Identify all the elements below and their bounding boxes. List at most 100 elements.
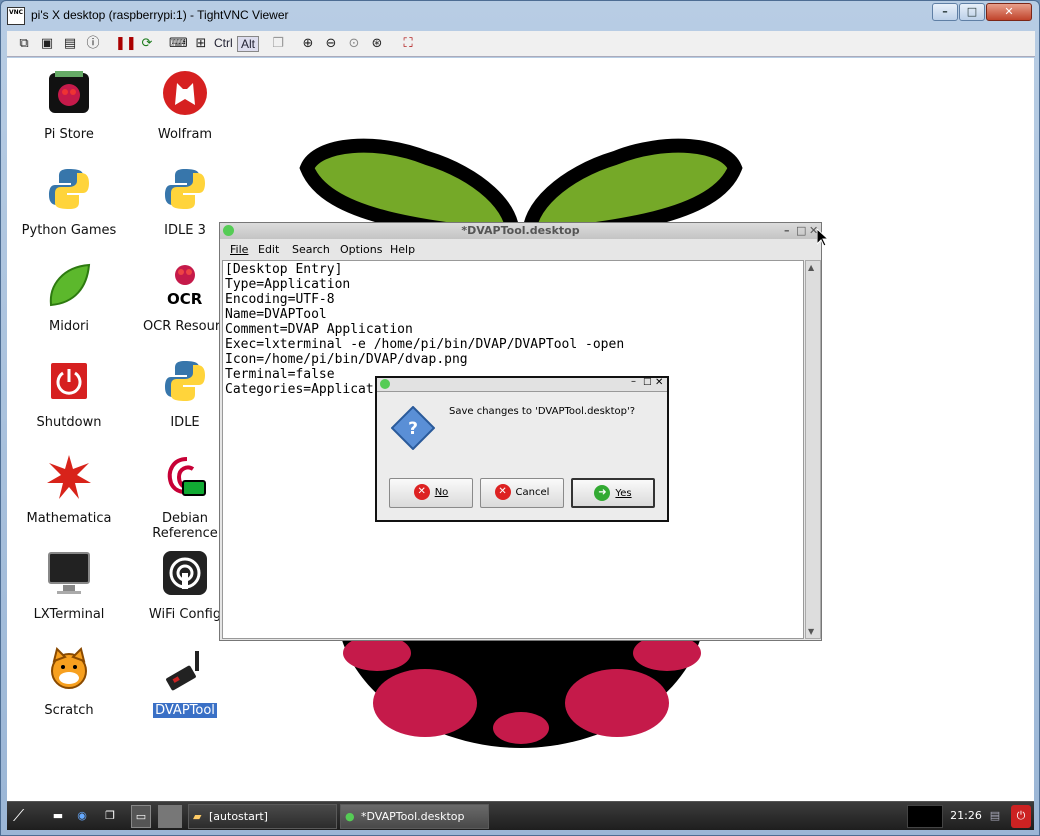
ocr-raspberry-icon: OCR [167, 265, 203, 308]
task-dvaptool-desktop[interactable]: ● *DVAPTool.desktop [340, 804, 489, 829]
ctrl-esc-icon[interactable]: ⊞ [192, 35, 210, 53]
pi-store-icon [49, 71, 89, 113]
screen-lock-icon[interactable]: ▤ [985, 805, 1005, 828]
scroll-up-icon[interactable]: ▲ [808, 263, 814, 272]
task-label: *DVAPTool.desktop [361, 810, 465, 823]
cancel-x-icon: ✕ [494, 484, 511, 500]
zoom-fit-icon[interactable]: ⊛ [368, 35, 386, 53]
desktop-icon-wolfram[interactable]: Wolfram [137, 69, 233, 142]
svg-text:?: ? [408, 419, 418, 439]
lxde-menu-icon[interactable]: ⟋ [13, 805, 43, 828]
clock[interactable]: 21:26 [949, 805, 983, 828]
editor-titlebar[interactable]: *DVAPTool.desktop – □ ✕ [220, 223, 821, 239]
desktop-icon-label: Pi Store [44, 127, 94, 142]
cancel-button-label: Cancel [515, 487, 550, 498]
desktop-icon-label: Wolfram [157, 127, 213, 142]
window-titlebar[interactable]: VNC pi's X desktop (raspberrypi:1) - Tig… [1, 1, 1040, 31]
mathematica-star-icon [47, 455, 91, 499]
window-title: pi's X desktop (raspberrypi:1) - TightVN… [31, 8, 289, 22]
desktop-icon-midori[interactable]: Midori [21, 261, 117, 334]
zoom-in-icon[interactable]: ⊕ [299, 35, 317, 53]
editor-menubar: File Edit Search Options Help [220, 241, 821, 259]
wolfram-icon [163, 71, 207, 115]
dialog-minimize-button[interactable]: – [631, 376, 636, 387]
leafpad-icon [223, 225, 234, 236]
web-browser-icon[interactable]: ◉ [73, 805, 91, 828]
editor-title: *DVAPTool.desktop [461, 224, 580, 237]
ctrl-key-button[interactable]: Ctrl [214, 36, 233, 50]
editor-vertical-scrollbar[interactable]: ▲ ▼ [805, 260, 821, 639]
dialog-maximize-button[interactable]: □ [643, 377, 652, 387]
zoom-out-icon[interactable]: ⊖ [322, 35, 340, 53]
dvap-dongle-icon [166, 651, 199, 691]
scroll-down-icon[interactable]: ▼ [808, 627, 814, 636]
dialog-close-button[interactable]: ✕ [655, 377, 663, 388]
save-changes-dialog: – □ ✕ ? Save changes to 'DVAPTool.deskto… [375, 376, 669, 522]
menu-options[interactable]: Options [340, 243, 382, 256]
ctrl-alt-del-icon[interactable]: ⌨ [169, 35, 188, 53]
close-button[interactable]: ✕ [986, 3, 1032, 21]
cpu-monitor [907, 805, 943, 828]
ocr-badge-text: OCR [167, 290, 203, 308]
mouse-cursor-icon [817, 229, 829, 247]
vnc-icon: VNC [7, 7, 25, 25]
midori-leaf-icon [49, 263, 91, 307]
folder-icon: ▰ [193, 810, 202, 823]
dialog-titlebar[interactable]: – □ ✕ [377, 376, 667, 392]
show-desktop-icon[interactable]: ❐ [100, 805, 120, 828]
task-autostart[interactable]: ▰ [autostart] [188, 804, 337, 829]
python-icon [165, 169, 205, 209]
desktop-icon-label: Midori [49, 319, 89, 334]
desktop-icon-python-games[interactable]: Python Games [21, 165, 117, 238]
no-button[interactable]: ✕ No [389, 478, 473, 508]
remote-desktop[interactable]: Pi Store Python Games Midori Shutdown Ma… [7, 58, 1034, 830]
task-label: [autostart] [209, 810, 268, 823]
editor-maximize-button[interactable]: □ [796, 223, 806, 238]
minimize-button[interactable]: – [932, 3, 958, 21]
fullscreen-icon[interactable]: ⛶ [399, 35, 417, 53]
desktop-pager-2[interactable] [158, 805, 182, 828]
editor-minimize-button[interactable]: – [784, 223, 790, 238]
desktop-pager-1[interactable]: ▭ [131, 805, 151, 828]
menu-file[interactable]: File [230, 243, 248, 256]
zoom-100-icon[interactable]: ⊙ [345, 35, 363, 53]
options-icon[interactable]: ▤ [61, 35, 79, 53]
desktop-icon-pi-store[interactable]: Pi Store [21, 69, 117, 142]
no-button-label: No [434, 487, 449, 498]
maximize-button[interactable]: □ [959, 3, 985, 21]
desktop-icon-scratch[interactable]: Scratch [21, 645, 117, 718]
yes-button[interactable]: ➜ Yes [571, 478, 655, 508]
desktop-icon-label: Scratch [44, 703, 94, 718]
save-icon[interactable]: ▣ [38, 35, 56, 53]
clipboard-icon[interactable]: ❐ [269, 35, 287, 53]
desktop-icon-dvaptool[interactable]: DVAPTool [137, 645, 233, 718]
desktop-icon-mathematica[interactable]: Mathematica [21, 453, 117, 526]
leafpad-icon [380, 379, 390, 389]
cancel-button[interactable]: ✕ Cancel [480, 478, 564, 508]
scratch-cat-icon [51, 647, 87, 689]
arrow-right-icon: ➜ [594, 485, 611, 501]
question-icon: ? [391, 406, 435, 450]
menu-edit[interactable]: Edit [258, 243, 279, 256]
info-icon[interactable]: ⓘ [84, 35, 102, 53]
desktop-icon-label-selected: DVAPTool [153, 703, 217, 718]
leafpad-icon: ● [345, 810, 355, 823]
desktop-icon-shutdown[interactable]: Shutdown [21, 357, 117, 430]
power-icon [51, 363, 87, 399]
desktop-icon-label: Python Games [21, 223, 117, 238]
desktop-icon-label: LXTerminal [33, 607, 105, 622]
refresh-icon[interactable]: ⟳ [138, 35, 156, 53]
menu-search[interactable]: Search [292, 243, 330, 256]
logout-power-icon[interactable]: ⏻ [1011, 805, 1031, 828]
desktop-icon-label: Shutdown [36, 415, 102, 430]
new-connection-icon[interactable]: ⧉ [15, 35, 33, 53]
menu-help[interactable]: Help [390, 243, 415, 256]
desktop-icon-lxterminal[interactable]: LXTerminal [21, 549, 117, 622]
pause-icon[interactable]: ❚❚ [115, 35, 137, 53]
cancel-x-icon: ✕ [413, 484, 430, 500]
yes-button-label: Yes [615, 488, 632, 499]
file-manager-icon[interactable]: ▬ [49, 805, 67, 828]
debian-swirl-icon [167, 457, 206, 496]
alt-key-button[interactable]: Alt [237, 36, 260, 52]
wifi-icon [163, 551, 207, 595]
